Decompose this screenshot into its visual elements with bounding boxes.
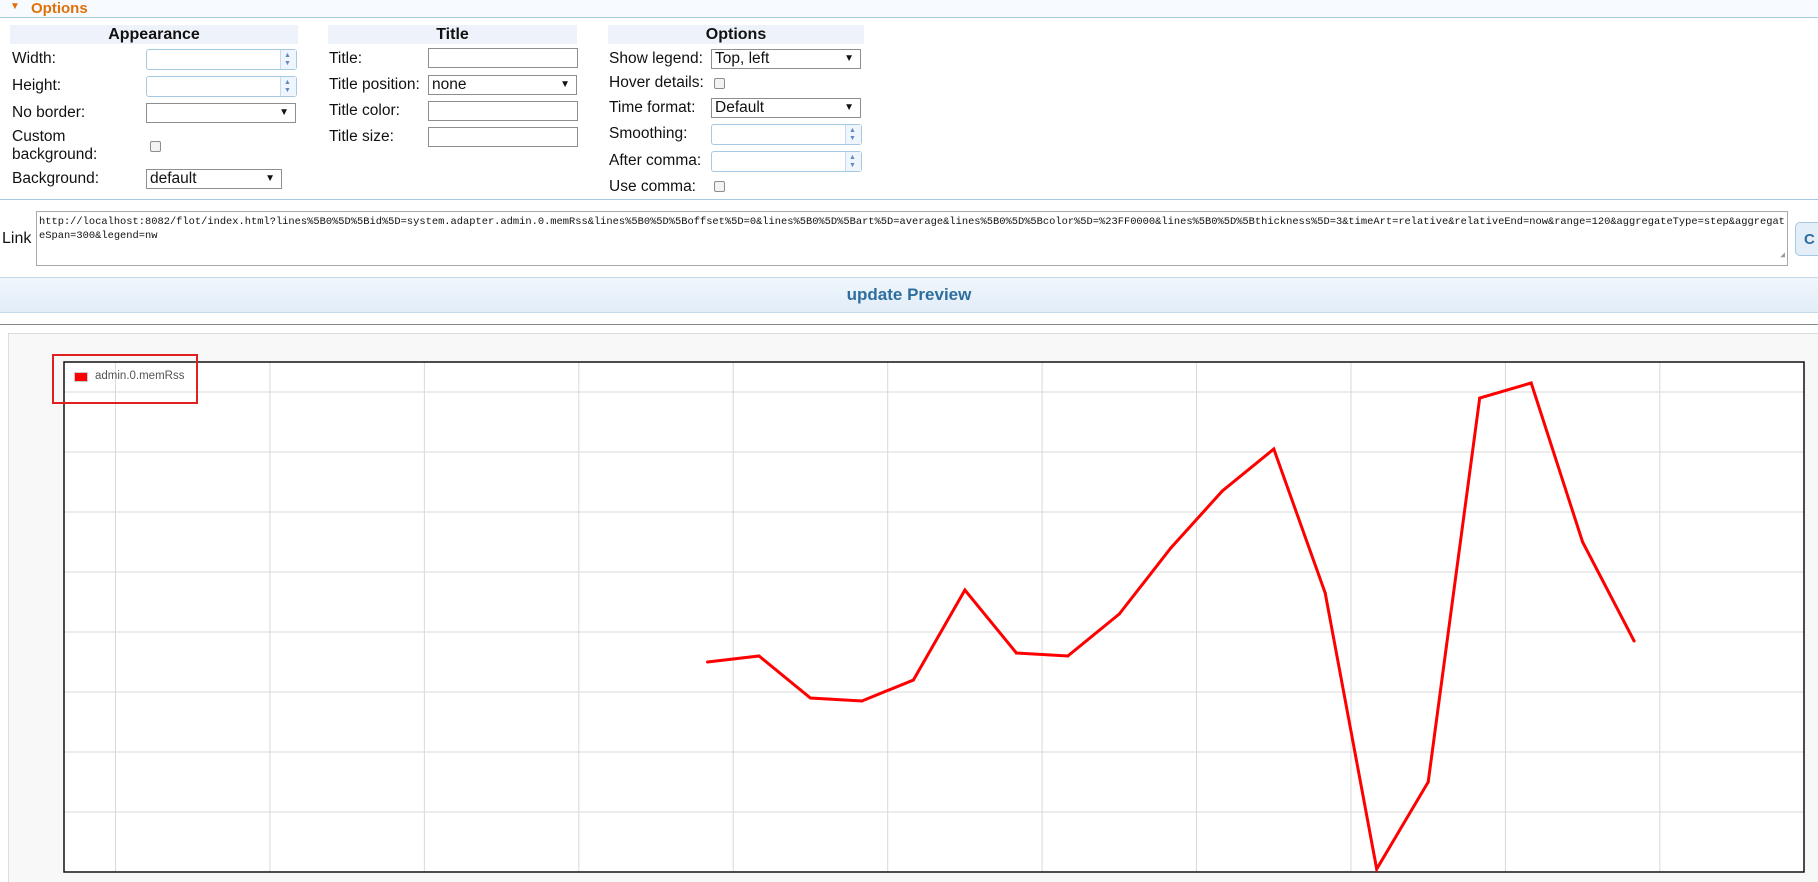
data-point <box>1066 654 1070 658</box>
data-point <box>808 696 812 700</box>
chart-svg <box>63 361 1805 874</box>
data-point <box>1478 396 1482 400</box>
data-point <box>963 588 967 592</box>
data-point <box>757 654 761 658</box>
legend-swatch <box>74 372 88 382</box>
plot-area <box>64 362 1804 872</box>
data-point <box>1323 591 1327 595</box>
data-point <box>1272 447 1276 451</box>
data-point <box>705 660 709 664</box>
data-point <box>1375 867 1379 871</box>
data-point <box>1014 651 1018 655</box>
legend-label: admin.0.memRss <box>95 370 185 382</box>
data-point <box>860 699 864 703</box>
data-point <box>1117 612 1121 616</box>
data-point <box>1169 546 1173 550</box>
data-point <box>1529 381 1533 385</box>
data-point <box>1220 489 1224 493</box>
data-point <box>1581 540 1585 544</box>
data-point <box>1632 639 1636 643</box>
data-point <box>911 678 915 682</box>
data-point <box>1426 780 1430 784</box>
